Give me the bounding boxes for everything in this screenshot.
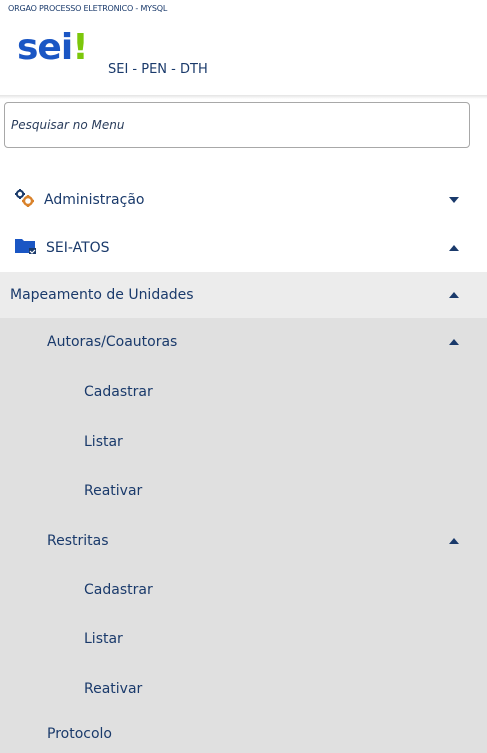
menu-item-autoras-listar[interactable]: Listar (0, 418, 487, 466)
menu-item-label: SEI-ATOS (46, 240, 110, 256)
menu-item-restritas[interactable]: Restritas (0, 517, 487, 565)
sei-logo[interactable]: sei! (17, 27, 89, 68)
menu-item-restritas-listar[interactable]: Listar (0, 615, 487, 663)
menu-item-label: Cadastrar (84, 582, 153, 598)
logo-mark: ! (72, 27, 88, 68)
chevron-down-icon (449, 197, 459, 203)
chevron-up-icon (449, 245, 459, 251)
menu-item-label: Listar (84, 434, 123, 450)
menu-item-administracao[interactable]: Administração (0, 176, 487, 224)
menu-item-label: Autoras/Coautoras (47, 334, 178, 350)
menu-item-label: Reativar (84, 681, 143, 697)
org-name: ORGAO PROCESSO ELETRONICO - MYSQL (8, 4, 168, 13)
menu-item-sei-atos[interactable]: SEI-ATOS (0, 224, 487, 272)
menu-item-label: Administração (44, 192, 145, 208)
logo-text: sei (17, 27, 73, 68)
menu-item-label: Protocolo (47, 725, 112, 742)
menu-item-label: Reativar (84, 483, 143, 499)
gears-icon (14, 188, 36, 212)
menu-item-protocolo[interactable]: Protocolo (0, 714, 487, 753)
menu-item-autoras-cadastrar[interactable]: Cadastrar (0, 368, 487, 416)
folder-icon (14, 236, 38, 260)
system-name: SEI - PEN - DTH (108, 62, 208, 77)
menu-item-mapeamento-de-unidades[interactable]: Mapeamento de Unidades (0, 272, 487, 318)
chevron-up-icon (449, 339, 459, 345)
chevron-up-icon (449, 292, 459, 298)
menu-item-label: Cadastrar (84, 384, 153, 400)
menu-search-input[interactable] (4, 102, 470, 148)
menu-item-autoras-reativar[interactable]: Reativar (0, 467, 487, 515)
menu-item-restritas-reativar[interactable]: Reativar (0, 665, 487, 713)
menu-item-autoras-coautoras[interactable]: Autoras/Coautoras (0, 318, 487, 366)
menu-item-restritas-cadastrar[interactable]: Cadastrar (0, 566, 487, 614)
menu-item-label: Listar (84, 631, 123, 647)
header-divider (0, 95, 487, 99)
chevron-up-icon (449, 538, 459, 544)
menu-item-label: Mapeamento de Unidades (10, 287, 194, 303)
menu-item-label: Restritas (47, 533, 109, 549)
